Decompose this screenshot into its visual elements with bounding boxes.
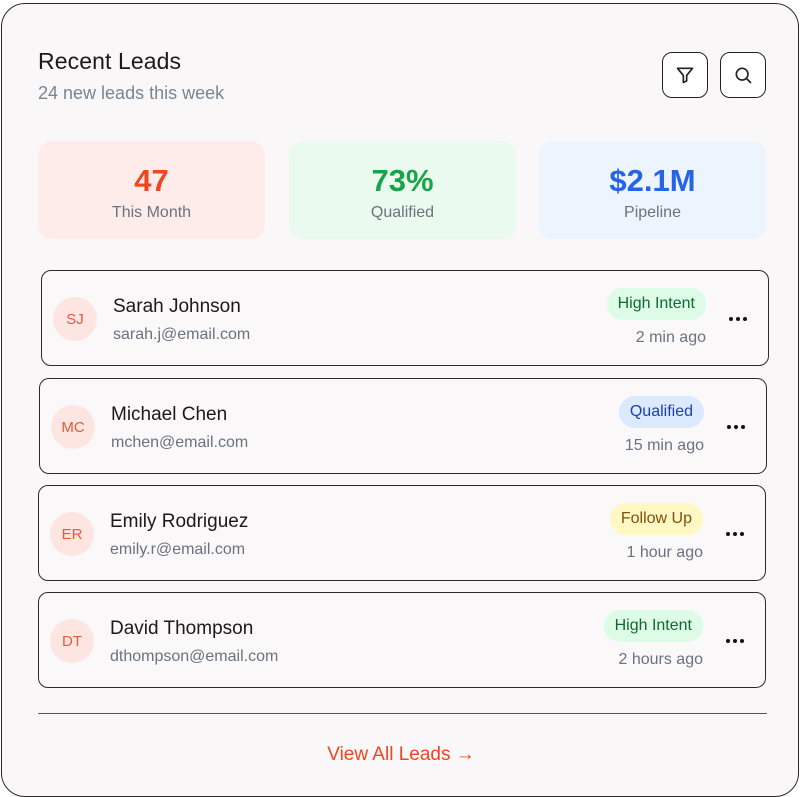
status-badge: High Intent <box>606 288 706 320</box>
lead-timestamp: 15 min ago <box>624 437 704 454</box>
stat-label: This Month <box>111 204 192 221</box>
avatar: ER <box>50 512 94 556</box>
status-badge: High Intent <box>603 610 703 642</box>
lead-timestamp: 2 min ago <box>635 329 706 346</box>
stat-label: Pipeline <box>624 204 681 221</box>
stat-qualified: 73% Qualified <box>289 141 516 239</box>
recent-leads-card: Recent Leads 24 new leads this week 47 T… <box>1 3 799 797</box>
stat-value: $2.1M <box>609 163 696 198</box>
more-horizontal-icon <box>729 317 747 321</box>
footer-divider <box>38 713 767 714</box>
lead-row[interactable]: DT David Thompson dthompson@email.com Hi… <box>38 592 766 688</box>
stat-value: 47 <box>134 163 169 198</box>
lead-row[interactable]: ER Emily Rodriguez emily.r@email.com Fol… <box>38 485 766 581</box>
lead-email: dthompson@email.com <box>110 648 279 665</box>
avatar: DT <box>50 619 94 663</box>
lead-timestamp: 2 hours ago <box>618 651 703 668</box>
view-all-leads-link[interactable]: View All Leads → <box>2 744 800 766</box>
lead-email: emily.r@email.com <box>110 541 246 558</box>
lead-name: Michael Chen <box>111 404 228 425</box>
search-icon <box>735 67 752 84</box>
lead-name: David Thompson <box>110 618 254 639</box>
more-options-button[interactable] <box>723 522 747 546</box>
status-badge: Follow Up <box>609 503 703 535</box>
search-button[interactable] <box>720 52 766 98</box>
more-options-button[interactable] <box>723 629 747 653</box>
status-badge: Qualified <box>618 396 704 428</box>
lead-row[interactable]: SJ Sarah Johnson sarah.j@email.com High … <box>41 270 769 366</box>
stat-value: 73% <box>371 163 434 198</box>
lead-timestamp: 1 hour ago <box>626 544 703 561</box>
more-options-button[interactable] <box>726 307 750 331</box>
lead-name: Sarah Johnson <box>113 296 241 317</box>
more-horizontal-icon <box>726 639 744 643</box>
lead-row[interactable]: MC Michael Chen mchen@email.com Qualifie… <box>39 378 767 474</box>
avatar: SJ <box>53 297 97 341</box>
card-title: Recent Leads <box>38 48 182 74</box>
stat-label: Qualified <box>370 204 435 221</box>
more-horizontal-icon <box>726 532 744 536</box>
filter-button[interactable] <box>662 52 708 98</box>
card-subtitle: 24 new leads this week <box>38 83 225 103</box>
stat-pipeline: $2.1M Pipeline <box>539 141 766 239</box>
lead-email: mchen@email.com <box>111 434 249 451</box>
lead-email: sarah.j@email.com <box>113 326 251 343</box>
avatar: MC <box>51 405 95 449</box>
lead-name: Emily Rodriguez <box>110 511 249 532</box>
card-header: Recent Leads 24 new leads this week <box>38 48 224 104</box>
more-options-button[interactable] <box>724 415 748 439</box>
filter-icon <box>676 67 694 84</box>
stat-this-month: 47 This Month <box>38 141 265 239</box>
more-horizontal-icon <box>727 425 745 429</box>
